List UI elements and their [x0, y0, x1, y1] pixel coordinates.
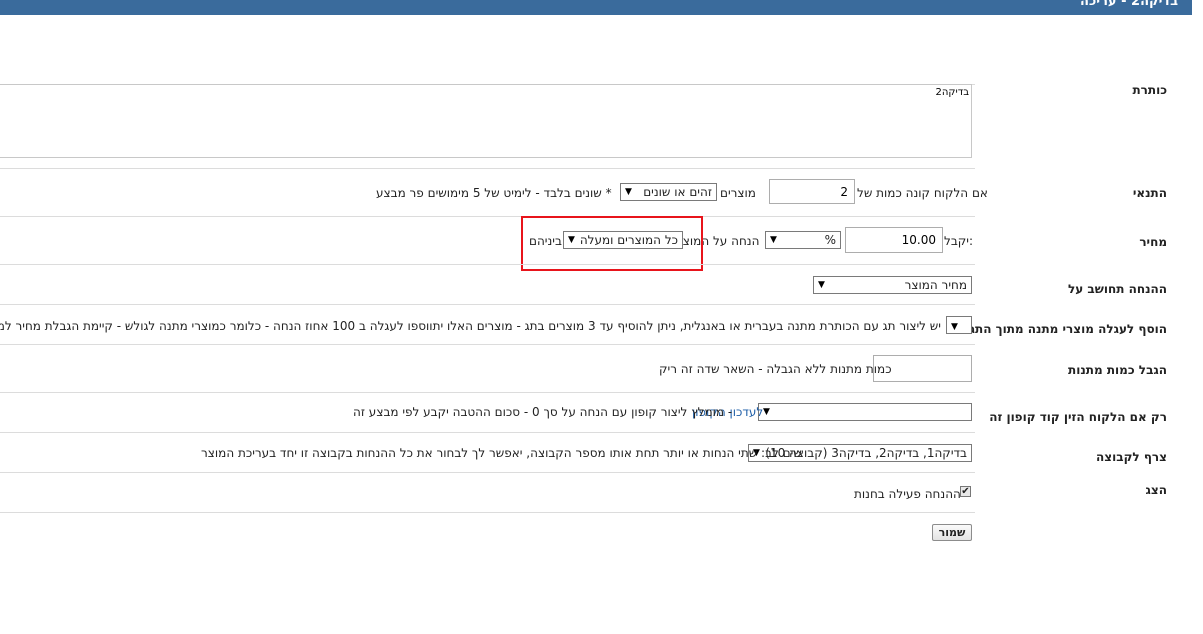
gift-note: יש ליצור תג עם הכותרת מתנה בעברית או באנ… [0, 319, 941, 333]
gift-limit-label: הגבל כמות מתנות [1068, 363, 1167, 377]
calc-on-select-value: מחיר המוצר [904, 278, 967, 292]
coupon-label: רק אם הלקוח הזין קוד קופון זה [989, 410, 1167, 424]
coupon-note: - מומלץ ליצור קופון עם הנחה על סך 0 - סכ… [353, 405, 733, 419]
row-divider [0, 432, 975, 433]
check-icon: ✔ [961, 486, 970, 497]
receive-label: יקבל: [944, 234, 974, 248]
scrollbar[interactable] [1192, 0, 1203, 634]
row-divider [0, 344, 975, 345]
condition-prefix: אם הלקוח קונה כמות של [857, 186, 988, 200]
amount-input[interactable] [845, 227, 943, 253]
condition-label: התנאי [1132, 186, 1167, 200]
gift-label: הוסף לעגלה מוצרי מתנה מתוך התג [969, 322, 1167, 336]
condition-note: * שונים בלבד - לימיט של 5 מימושים פר מבצ… [376, 186, 612, 200]
title-textarea[interactable]: בדיקה2 [0, 84, 972, 158]
title-label: כותרת [1132, 83, 1167, 97]
unit-select-value: % [824, 233, 836, 247]
match-select-value: זהים או שונים [643, 185, 712, 199]
products-word: מוצרים [720, 186, 756, 200]
unit-select[interactable]: % ▼ [765, 231, 841, 249]
chevron-down-icon: ▼ [818, 280, 825, 290]
row-divider [0, 264, 975, 265]
header-bar: בדיקה2 - עריכה [0, 0, 1192, 15]
row-divider [0, 304, 975, 305]
coupon-select[interactable]: ▼ [758, 403, 972, 421]
gift-limit-note: כמות מתנות ללא הגבלה - השאר שדה זה ריק [659, 362, 892, 376]
gift-tag-select[interactable]: ▼ [946, 316, 972, 334]
quantity-input[interactable] [769, 179, 855, 204]
active-checkbox-label: ההנחה פעילה בחנות [854, 487, 961, 501]
calc-on-label: ההנחה תחושב על [1068, 282, 1167, 296]
group-label: צרף לקבוצה [1096, 450, 1167, 464]
save-button[interactable]: שמור [932, 524, 972, 541]
highlight-box [521, 216, 703, 271]
row-divider [0, 168, 975, 169]
chevron-down-icon: ▼ [951, 322, 958, 332]
group-note: שים לב: שתי הנחות או יותר תחת אותו מספר … [201, 446, 802, 460]
active-checkbox[interactable]: ✔ [960, 486, 971, 497]
display-label: הצג [1145, 483, 1167, 497]
row-divider [0, 472, 975, 473]
chevron-down-icon: ▼ [625, 187, 632, 197]
calc-on-select[interactable]: מחיר המוצר ▼ [813, 276, 972, 294]
row-divider [0, 512, 975, 513]
chevron-down-icon: ▼ [763, 407, 770, 417]
chevron-down-icon: ▼ [770, 235, 777, 245]
price-label: מחיר [1139, 235, 1167, 249]
page-title: בדיקה2 - עריכה [1079, 0, 1178, 9]
match-select[interactable]: זהים או שונים ▼ [620, 183, 717, 201]
row-divider [0, 392, 975, 393]
row-divider [0, 216, 975, 217]
